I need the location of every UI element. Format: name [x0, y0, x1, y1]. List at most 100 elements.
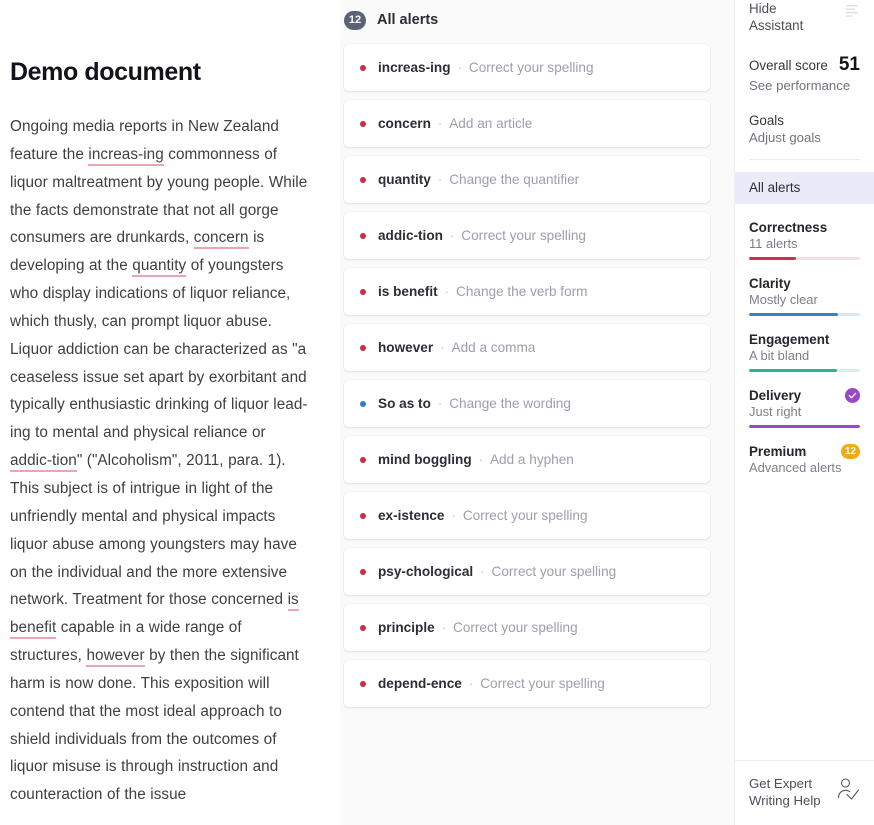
alert-separator: ·	[444, 284, 450, 299]
overall-score-value: 51	[838, 54, 860, 75]
metric-header: Premium 12	[749, 444, 860, 459]
sidebar-item-all-alerts-label: All alerts	[749, 180, 801, 195]
alert-action: Change the verb form	[456, 284, 588, 299]
app-root: Demo document Ongoing media reports in N…	[0, 0, 874, 825]
alert-word: principle	[378, 620, 435, 635]
get-expert-writing-help-button[interactable]: Get Expert Writing Help	[735, 760, 874, 825]
metric-name: Delivery	[749, 388, 802, 403]
hide-assistant-line1: Hide	[749, 1, 777, 16]
adjust-goals-link[interactable]: Adjust goals	[749, 130, 860, 145]
alert-action: Correct your spelling	[462, 508, 588, 523]
metric-header: Clarity	[749, 276, 860, 291]
overall-score-block[interactable]: Overall score 51 See performance	[749, 54, 860, 93]
see-performance-link[interactable]: See performance	[749, 78, 860, 93]
alert-action: Change the wording	[449, 396, 571, 411]
alert-action: Correct your spelling	[453, 620, 578, 635]
alert-word: psy-chological	[378, 564, 474, 579]
document-pane: Demo document Ongoing media reports in N…	[0, 0, 340, 825]
alert-separator: ·	[480, 564, 485, 579]
alert-severity-dot	[360, 288, 366, 295]
hide-assistant-line2: Assistant	[749, 18, 804, 33]
metric-progress-fill	[749, 257, 796, 260]
metric-progress-fill	[749, 425, 860, 428]
alert-word: ex-istence	[378, 508, 445, 523]
metric-subtitle: Advanced alerts	[749, 460, 842, 475]
alert-card[interactable]: is benefit · Change the verb form	[344, 268, 710, 315]
document-suggestion-highlight[interactable]: increas-ing	[88, 145, 164, 166]
alert-separator: ·	[457, 60, 462, 75]
alert-card[interactable]: addic-tion · Correct your spelling	[344, 212, 710, 259]
metric-progress-bar	[749, 313, 860, 316]
hide-assistant-button[interactable]: Hide Assistant	[749, 0, 860, 44]
alert-card[interactable]: concern · Add an article	[344, 100, 710, 147]
alert-severity-dot	[360, 512, 366, 519]
alert-action: Add an article	[449, 116, 533, 131]
metric-premium[interactable]: Premium 12 Advanced alerts	[749, 444, 860, 475]
metric-subtitle: A bit bland	[749, 348, 810, 363]
alert-action: Change the quantifier	[449, 172, 580, 187]
alert-severity-dot	[360, 232, 366, 239]
alerts-count-badge: 12	[344, 10, 366, 30]
alert-list: increas-ing · Correct your spelling concern…	[344, 44, 710, 707]
alert-card[interactable]: increas-ing · Correct your spelling	[344, 44, 710, 91]
document-suggestion-highlight[interactable]: concern	[193, 229, 249, 250]
alert-card[interactable]: So as to · Change the wording	[344, 380, 710, 427]
metric-progress-fill	[749, 369, 837, 372]
document-text-run: of youngsters who display indications of…	[10, 257, 308, 442]
metric-name: Correctness	[749, 220, 828, 235]
sidebar-item-all-alerts[interactable]: All alerts	[735, 172, 874, 204]
alert-word: however	[378, 340, 434, 355]
alert-word: concern	[378, 116, 431, 131]
alert-word: depend-ence	[378, 676, 462, 691]
alert-word: increas-ing	[378, 60, 451, 75]
alert-severity-dot	[360, 344, 366, 351]
alert-card[interactable]: however · Add a comma	[344, 324, 710, 371]
metric-engagement[interactable]: Engagement A bit bland	[749, 332, 860, 372]
alert-card[interactable]: ex-istence · Correct your spelling	[344, 492, 710, 539]
metric-header: Correctness	[749, 220, 860, 235]
alert-word: is benefit	[378, 284, 438, 299]
alert-card[interactable]: principle · Correct your spelling	[344, 604, 710, 651]
alerts-header: 12 All alerts	[344, 0, 710, 44]
alert-card[interactable]: psy-chological · Correct your spelling	[344, 548, 710, 595]
document-suggestion-highlight[interactable]: quantity	[132, 257, 187, 278]
alert-separator: ·	[449, 228, 455, 243]
alert-severity-dot	[360, 456, 366, 463]
person-check-icon	[836, 777, 860, 808]
alert-severity-dot	[360, 400, 366, 407]
overall-score-row: Overall score 51	[749, 54, 860, 76]
metric-name: Engagement	[749, 332, 830, 347]
page-title: Demo document	[10, 58, 201, 86]
metric-correctness[interactable]: Correctness 11 alerts	[749, 220, 860, 260]
alert-action: Add a comma	[451, 340, 536, 355]
alert-separator: ·	[437, 172, 443, 187]
metric-progress-bar	[749, 369, 860, 372]
metric-delivery[interactable]: Delivery Just right	[749, 388, 860, 428]
document-text[interactable]: Ongoing media reports in New Zealand fea…	[10, 113, 310, 809]
alert-separator: ·	[468, 676, 474, 691]
check-circle-icon	[845, 388, 860, 403]
premium-count-badge: 12	[841, 444, 860, 459]
alert-action: Correct your spelling	[491, 564, 617, 579]
alert-card[interactable]: quantity · Change the quantifier	[344, 156, 710, 203]
alerts-header-title: All alerts	[377, 12, 439, 28]
goals-block[interactable]: Goals Adjust goals	[749, 113, 860, 160]
text-lines-icon[interactable]	[844, 3, 860, 24]
alert-severity-dot	[360, 64, 366, 71]
hide-assistant-label: Hide Assistant	[749, 0, 803, 34]
metric-clarity[interactable]: Clarity Mostly clear	[749, 276, 860, 316]
document-suggestion-highlight[interactable]: however	[86, 647, 145, 668]
expert-label-group: Get Expert Writing Help	[749, 775, 821, 809]
metric-header: Engagement	[749, 332, 860, 347]
document-suggestion-highlight[interactable]: addic-tion	[10, 452, 77, 473]
alert-severity-dot	[360, 120, 366, 127]
alert-card[interactable]: mind boggling · Add a hyphen	[344, 436, 710, 483]
alerts-pane: 12 All alerts increas-ing · Correct your s…	[340, 0, 734, 825]
alert-card[interactable]: depend-ence · Correct your spelling	[344, 660, 710, 707]
metric-name: Premium	[749, 444, 807, 459]
alert-word: addic-tion	[378, 228, 443, 243]
alert-separator: ·	[440, 340, 445, 355]
alert-severity-dot	[360, 568, 366, 575]
goals-title: Goals	[749, 113, 784, 128]
